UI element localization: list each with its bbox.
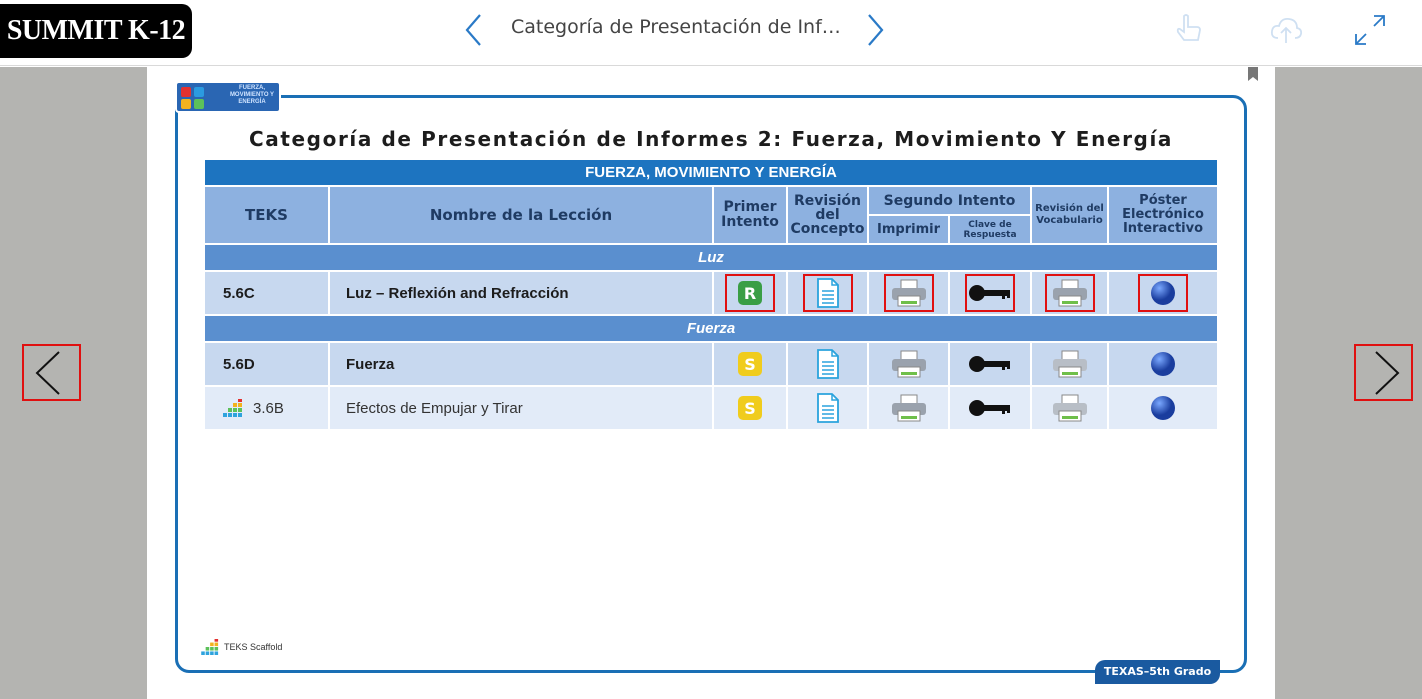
study-badge-icon: S (738, 352, 762, 376)
print-button[interactable] (884, 389, 934, 427)
next-page-button[interactable] (1354, 344, 1413, 401)
upload-button[interactable] (1268, 12, 1304, 48)
circle-button-icon (1151, 281, 1175, 305)
chevron-left-icon (35, 351, 60, 395)
teks-code: 5.6D (205, 343, 328, 385)
chapter-title: Categoría de Presentación de Inf… (511, 16, 841, 38)
header-second-attempt: Segundo Intento (869, 187, 1030, 214)
vocab-review-button[interactable] (1045, 345, 1095, 383)
bookmark-icon[interactable] (1248, 67, 1258, 81)
table-row: 5.6D Fuerza S (205, 343, 1217, 385)
table-row: 3.6B Efectos de Empujar y Tirar S (205, 387, 1217, 429)
teks-code: 5.6C (205, 272, 328, 314)
unit-badge: FUERZA, MOVIMIENTO Y ENERGÍA (175, 81, 281, 113)
logo: SUMMIT K-12 (0, 4, 192, 58)
header-lesson: Nombre de la Lección (330, 187, 712, 243)
key-icon (969, 400, 1010, 416)
chevron-left-icon (465, 14, 481, 46)
lesson-name: Efectos de Empujar y Tirar (330, 387, 712, 429)
book-page: FUERZA, MOVIMIENTO Y ENERGÍA Categoría d… (147, 67, 1275, 699)
key-icon (969, 356, 1010, 372)
top-bar: SUMMIT K-12 Categoría de Presentación de… (0, 0, 1422, 66)
printer-icon (1052, 350, 1087, 378)
scaffold-icon (201, 639, 219, 655)
first-attempt-letter: R (744, 284, 756, 303)
section-fuerza: Fuerza (205, 316, 1217, 341)
previous-page-button[interactable] (22, 344, 81, 401)
table-band: FUERZA, MOVIMIENTO Y ENERGÍA (205, 160, 1217, 185)
circle-button-icon (1151, 352, 1175, 376)
scaffold-legend: TEKS Scaffold (201, 639, 282, 655)
lesson-name: Fuerza (330, 343, 712, 385)
previous-chapter-button[interactable] (461, 12, 487, 48)
poster-button[interactable] (1138, 274, 1188, 312)
vocab-review-button[interactable] (1044, 274, 1095, 312)
page-title: Categoría de Presentación de Informes 2:… (248, 127, 1174, 151)
section-luz: Luz (205, 245, 1217, 270)
printer-icon (891, 394, 926, 422)
concept-review-button[interactable] (803, 389, 853, 427)
teks-code: 3.6B (253, 399, 284, 417)
review-badge-icon: R (738, 281, 762, 305)
scaffold-legend-label: TEKS Scaffold (224, 642, 283, 652)
first-attempt-button[interactable]: S (725, 345, 775, 383)
header-poster: Póster Electrónico Interactivo (1109, 187, 1217, 243)
header-vocab-review: Revisión del Vocabulario (1032, 187, 1107, 243)
chevron-right-icon (1375, 351, 1400, 395)
circle-button-icon (1151, 396, 1175, 420)
header-first-attempt: Primer Intento (714, 187, 786, 243)
expand-icon (1355, 15, 1385, 45)
document-icon (816, 349, 839, 379)
first-attempt-button[interactable]: R (725, 274, 775, 312)
print-button[interactable] (884, 345, 934, 383)
cloud-upload-icon (1270, 17, 1303, 43)
table-row: 5.6C Luz – Reflexión and Refracción R (205, 272, 1217, 314)
chevron-right-icon (868, 14, 884, 46)
poster-button[interactable] (1138, 345, 1188, 383)
grade-tag: TEXAS–5th Grado (1095, 660, 1220, 684)
header-answer-key: Clave de Respuesta (950, 216, 1030, 243)
lesson-name: Luz – Reflexión and Refracción (330, 272, 712, 314)
vocab-review-button[interactable] (1045, 389, 1095, 427)
fullscreen-button[interactable] (1352, 12, 1388, 48)
answer-key-button[interactable] (965, 345, 1015, 383)
header-teks: TEKS (205, 187, 328, 243)
printer-icon (1052, 394, 1087, 422)
printer-icon (891, 279, 926, 307)
printer-icon (1052, 279, 1087, 307)
first-attempt-letter: S (744, 399, 756, 418)
unit-badge-text: FUERZA, MOVIMIENTO Y ENERGÍA (229, 85, 275, 105)
table-header: TEKS Nombre de la Lección Primer Intento… (205, 185, 1217, 243)
first-attempt-button[interactable]: S (725, 389, 775, 427)
concept-review-button[interactable] (803, 345, 853, 383)
answer-key-button[interactable] (965, 274, 1015, 312)
scaffold-icon (223, 399, 242, 417)
printer-icon (891, 350, 926, 378)
teks-cell: 3.6B (205, 387, 328, 429)
print-button[interactable] (883, 274, 934, 312)
next-chapter-button[interactable] (862, 12, 888, 48)
header-concept-review: Revisión del Concepto (788, 187, 867, 243)
hand-tool-button[interactable] (1170, 12, 1206, 48)
first-attempt-letter: S (744, 355, 756, 374)
document-icon (816, 393, 839, 423)
hand-pointer-icon (1176, 14, 1201, 41)
concept-review-button[interactable] (802, 274, 853, 312)
study-badge-icon: S (738, 396, 762, 420)
poster-button[interactable] (1138, 389, 1188, 427)
document-icon (816, 278, 839, 308)
lesson-table: FUERZA, MOVIMIENTO Y ENERGÍA TEKS Nombre… (205, 160, 1217, 429)
key-icon (969, 285, 1010, 301)
header-print: Imprimir (869, 216, 948, 243)
reader-area: FUERZA, MOVIMIENTO Y ENERGÍA Categoría d… (0, 67, 1422, 699)
answer-key-button[interactable] (965, 389, 1015, 427)
